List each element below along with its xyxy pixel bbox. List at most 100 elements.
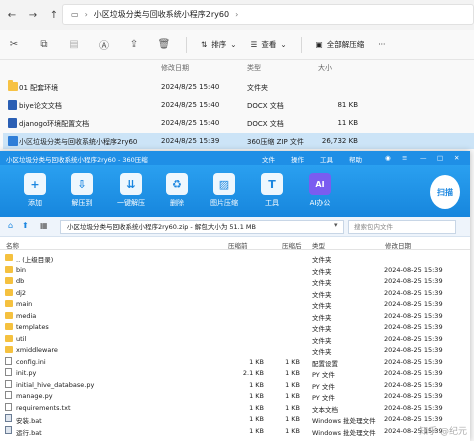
address-row: ← → ↑ ▭ › 小区垃圾分类与回收系统小程序2ry60 › xyxy=(0,0,474,30)
extract-all-label: 全部解压缩 xyxy=(326,40,365,49)
menu-tools[interactable]: 工具 xyxy=(320,154,333,164)
zip-row-name: 运行.bat xyxy=(16,428,42,437)
zip-row-compressed: 1 KB xyxy=(249,415,264,423)
skin-icon[interactable]: ◉ xyxy=(385,154,391,162)
zip-row[interactable]: .. (上级目录) 文件夹 xyxy=(0,252,470,264)
zip-row[interactable]: db 文件夹 2024-08-25 15:39 xyxy=(0,275,470,287)
zip-row-compressed: 1 KB xyxy=(249,357,264,366)
up-icon[interactable]: ↑ xyxy=(48,9,60,21)
zip-row-after: 1 KB xyxy=(285,357,300,366)
col-type[interactable]: 类型 xyxy=(247,63,261,73)
zip-row-name: bin xyxy=(16,265,27,274)
settings-icon[interactable]: ≡ xyxy=(402,154,407,162)
add-label: 添加 xyxy=(28,199,42,207)
extract-to-button[interactable]: ⇩ 解压到 xyxy=(65,173,99,208)
up-arrow-icon[interactable]: ⬆ xyxy=(22,221,29,230)
zip-row-name: initial_hive_database.py xyxy=(16,380,95,389)
zip-row[interactable]: dj2 文件夹 2024-08-25 15:39 xyxy=(0,287,470,299)
zip-row[interactable]: util 文件夹 2024-08-25 15:39 xyxy=(0,333,470,345)
zip-row[interactable]: 运行.bat 1 KB 1 KB Windows 批处理文件 2024-08-25 15… xyxy=(0,425,470,437)
zip-row-modified: 2024-08-25 15:39 xyxy=(384,277,443,285)
zip-row-name: manage.py xyxy=(16,392,53,400)
menu-help[interactable]: 帮助 xyxy=(349,154,362,164)
forward-icon[interactable]: → xyxy=(27,9,39,21)
minimize-icon[interactable]: — xyxy=(420,154,427,162)
extract-all-button[interactable]: ▣ 全部解压缩 xyxy=(316,39,365,50)
zip-row[interactable]: initial_hive_database.py 1 KB 1 KB PY 文件 202… xyxy=(0,379,470,391)
zip-row-name: dj2 xyxy=(16,288,27,297)
zip-row-modified: 2024-08-25 15:39 xyxy=(384,403,443,412)
col-name[interactable]: 名称 xyxy=(6,240,19,250)
zip-row-after: 1 KB xyxy=(285,392,300,400)
menu-file[interactable]: 文件 xyxy=(262,154,275,164)
file-icon xyxy=(5,391,12,399)
image-compress-button[interactable]: ▨ 图片压缩 xyxy=(207,173,241,208)
delete-label: 删除 xyxy=(170,199,184,207)
close-icon[interactable]: ✕ xyxy=(454,154,459,162)
col-size[interactable]: 大小 xyxy=(318,63,332,73)
zip-row[interactable]: manage.py 1 KB 1 KB PY 文件 2024-08-25 15:39 xyxy=(0,390,470,402)
paste-icon[interactable]: ▤ xyxy=(66,37,82,53)
ai-office-label: AI办公 xyxy=(309,199,331,207)
dropdown-icon[interactable]: ▾ xyxy=(334,221,338,229)
more-button[interactable]: ··· xyxy=(378,40,385,49)
zip-row-type: Windows 批处理文件 xyxy=(312,417,376,425)
address-bar[interactable]: ▭ › 小区垃圾分类与回收系统小程序2ry60 › xyxy=(62,4,474,25)
folder-icon xyxy=(8,80,18,91)
folder-icon xyxy=(5,334,13,342)
zip-row[interactable]: main 文件夹 2024-08-25 15:39 xyxy=(0,298,470,310)
col-after[interactable]: 压缩后 xyxy=(282,240,302,250)
zip-row[interactable]: templates 文件夹 2024-08-25 15:39 xyxy=(0,321,470,333)
view-button[interactable]: ☰ 查看 ⌄ xyxy=(251,39,287,50)
tools-button[interactable]: T 工具 xyxy=(255,173,289,208)
file-icon xyxy=(5,368,12,376)
add-button[interactable]: + 添加 xyxy=(18,173,52,208)
zip-row-type: 文本文档 xyxy=(312,405,338,414)
rename-icon[interactable]: Ⓐ xyxy=(96,37,112,53)
zip-row-modified: 2024-08-25 15:39 xyxy=(384,323,443,331)
file-date: 2024/8/25 15:40 xyxy=(161,101,220,109)
menu-operation[interactable]: 操作 xyxy=(291,154,304,164)
maximize-icon[interactable]: □ xyxy=(437,154,443,162)
more-label: ··· xyxy=(378,40,386,49)
zip-icon xyxy=(8,136,18,146)
zip-path-field[interactable]: 小区垃圾分类与回收系统小程序2ry60.zip - 解包大小为 51.1 MB xyxy=(60,220,344,234)
zip-row[interactable]: xmiddleware 文件夹 2024-08-25 15:39 xyxy=(0,344,470,356)
file-row[interactable]: 01 配套环境 2024/8/25 15:40 文件夹 xyxy=(3,79,474,95)
file-row[interactable]: biye论文文档 2024/8/25 15:40 DOCX 文档 81 KB xyxy=(3,97,474,113)
zip-row[interactable]: media 文件夹 2024-08-25 15:39 xyxy=(0,310,470,322)
one-click-extract-button[interactable]: ⇊ 一键解压 xyxy=(114,173,148,208)
file-row[interactable]: djanogo环境配置文档 2024/8/25 15:40 DOCX 文档 11… xyxy=(3,115,474,131)
col-compressed[interactable]: 压缩前 xyxy=(228,240,248,250)
zip-row-name: config.ini xyxy=(16,357,46,366)
file-date: 2024/8/25 15:40 xyxy=(161,119,220,127)
zip-row-compressed: 2.1 KB xyxy=(242,369,264,377)
back-icon[interactable]: ← xyxy=(6,9,18,21)
share-icon[interactable]: ⇪ xyxy=(126,37,142,53)
zip-row[interactable]: bin 文件夹 2024-08-25 15:39 xyxy=(0,264,470,276)
copy-icon[interactable]: ⧉ xyxy=(36,37,52,53)
scan-button[interactable]: 扫描 xyxy=(430,175,460,209)
zip-row[interactable]: requirements.txt 1 KB 1 KB 文本文档 2024-08-25 1… xyxy=(0,402,470,414)
bat-file-icon xyxy=(5,414,12,422)
chevron-right-icon: › xyxy=(84,10,88,19)
file-type: DOCX 文档 xyxy=(247,120,284,128)
col-modified[interactable]: 修改日期 xyxy=(385,240,411,250)
zip-row[interactable]: config.ini 1 KB 1 KB 配置设置 2024-08-25 15:39 xyxy=(0,356,470,368)
home-icon[interactable]: ⌂ xyxy=(8,221,13,230)
zip-row[interactable]: 安装.bat 1 KB 1 KB Windows 批处理文件 2024-08-25 15… xyxy=(0,413,470,425)
col-date[interactable]: 修改日期 xyxy=(161,63,189,73)
zip-title-bar: 小区垃圾分类与回收系统小程序2ry60 - 360压缩 文件 操作 工具 帮助 … xyxy=(0,151,470,165)
zip-row[interactable]: init.py 2.1 KB 1 KB PY 文件 2024-08-25 15:39 xyxy=(0,367,470,379)
one-click-extract-icon: ⇊ xyxy=(120,173,142,195)
delete-button[interactable]: ♻ 删除 xyxy=(160,173,194,208)
trash-icon[interactable]: 🗑 xyxy=(156,37,172,53)
zip-row-name: .. (上级目录) xyxy=(16,256,54,264)
file-row-selected[interactable]: 小区垃圾分类与回收系统小程序2ry60 2024/8/25 15:39 360压… xyxy=(3,133,474,149)
zip-row-compressed: 1 KB xyxy=(249,403,264,412)
col-type[interactable]: 类型 xyxy=(312,240,325,250)
ai-office-button[interactable]: AI AI办公 xyxy=(303,173,337,208)
cut-icon[interactable]: ✂ xyxy=(6,37,22,53)
sort-button[interactable]: ⇅ 排序 ⌄ xyxy=(201,39,237,50)
zip-search-input[interactable]: 搜索包内文件 xyxy=(348,220,456,234)
